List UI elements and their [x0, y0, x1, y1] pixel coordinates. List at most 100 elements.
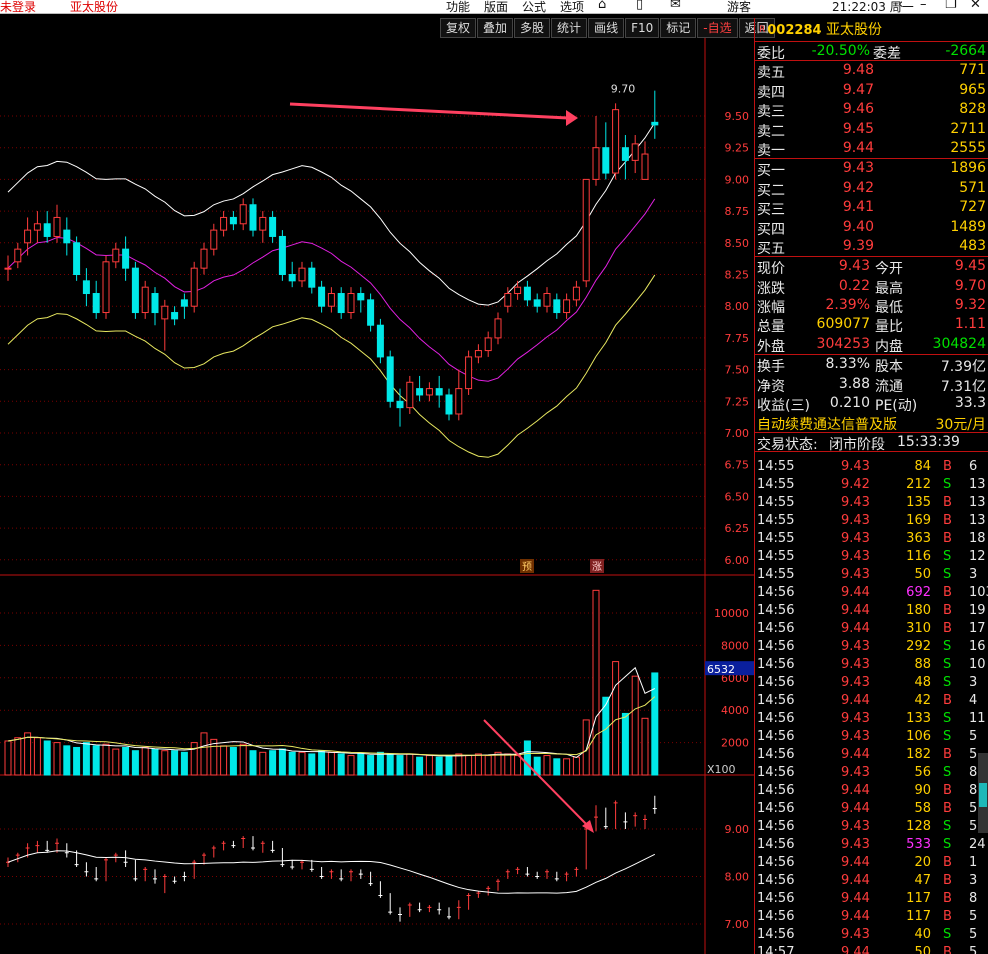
- btn-f10[interactable]: F10: [625, 18, 660, 38]
- promo-text[interactable]: 自动续费通达信普及版: [757, 414, 897, 434]
- minimize-icon[interactable]: –: [920, 0, 927, 12]
- close-icon[interactable]: ✕: [970, 0, 981, 12]
- candle: [4, 267, 12, 270]
- tick-row[interactable]: 14:55 9.43 50 S 3: [755, 566, 988, 584]
- user-label[interactable]: 游客: [727, 0, 751, 15]
- promo-price[interactable]: 30元/月: [935, 414, 986, 434]
- price-tick-label: 7.25: [725, 395, 750, 408]
- candle: [327, 293, 335, 307]
- tick-row[interactable]: 14:56 9.44 117 B 5: [755, 908, 988, 926]
- tick-row[interactable]: 14:56 9.43 40 S 5: [755, 926, 988, 944]
- back-icon[interactable]: ‹: [898, 0, 903, 12]
- tick-row[interactable]: 14:56 9.44 692 B 103: [755, 584, 988, 602]
- menu-formula[interactable]: 公式: [522, 0, 546, 15]
- menu-options[interactable]: 选项: [560, 0, 584, 15]
- tick-row[interactable]: 14:56 9.44 58 B 5: [755, 800, 988, 818]
- volume-bar: [141, 746, 149, 776]
- candle: [651, 121, 659, 126]
- tick-scrollbar[interactable]: [978, 753, 988, 833]
- tick-row[interactable]: 14:56 9.43 133 S 11: [755, 710, 988, 728]
- price-tick-label: 6.75: [725, 459, 750, 472]
- btn-draw[interactable]: 画线: [588, 18, 625, 38]
- tick-row[interactable]: 14:56 9.43 533 S 24: [755, 836, 988, 854]
- tick-row[interactable]: 14:56 9.43 56 S 8: [755, 764, 988, 782]
- tick-row[interactable]: 14:56 9.43 48 S 3: [755, 674, 988, 692]
- volume-bar: [396, 755, 404, 776]
- bid-price: 9.39: [842, 237, 874, 254]
- tick-row[interactable]: 14:55 9.43 135 B 13: [755, 494, 988, 512]
- scroll-thumb[interactable]: [979, 783, 987, 807]
- tick-row[interactable]: 14:57 9.44 50 B 5: [755, 944, 988, 954]
- stat-row: 外盘 304253 内盘 304824: [755, 335, 988, 355]
- btn-stats[interactable]: 统计: [551, 18, 588, 38]
- stat-value: 9.70: [954, 277, 986, 294]
- btn-fuquan[interactable]: 复权: [440, 18, 477, 38]
- tick-row[interactable]: 14:56 9.44 310 B 17: [755, 620, 988, 638]
- tick-count: 11: [969, 711, 986, 726]
- restore-icon[interactable]: ❐: [945, 0, 957, 12]
- tick-time: 14:56: [757, 837, 795, 852]
- btn-watchlist[interactable]: -自选: [697, 18, 738, 38]
- tick-direction: S: [943, 837, 952, 852]
- tick-row[interactable]: 14:56 9.44 42 B 4: [755, 692, 988, 710]
- candle: [592, 147, 600, 180]
- volume-bar: [180, 751, 188, 776]
- lower-tick-label: 9.00: [725, 823, 750, 836]
- candle: [318, 286, 326, 307]
- candle: [455, 388, 463, 415]
- bid-volume: 1489: [950, 218, 986, 235]
- fundamental-row: 换手 8.33% 股本 7.39亿: [755, 355, 988, 375]
- candle: [112, 248, 120, 263]
- tick-price: 9.43: [841, 837, 870, 852]
- tick-row[interactable]: 14:56 9.44 20 B 1: [755, 854, 988, 872]
- tick-time: 14:56: [757, 675, 795, 690]
- tick-direction: S: [943, 819, 952, 834]
- tick-row[interactable]: 14:56 9.44 90 B 8: [755, 782, 988, 800]
- tick-row[interactable]: 14:56 9.44 117 B 8: [755, 890, 988, 908]
- tick-row[interactable]: 14:56 9.44 180 B 19: [755, 602, 988, 620]
- tick-row[interactable]: 14:56 9.43 128 S 5: [755, 818, 988, 836]
- ask-row: 卖二 9.45 2711: [755, 120, 988, 140]
- kline-chart[interactable]: 9.50 9.25 9.00 8.75 8.50 8.25 8.00 7.75 7.50 7.25…: [0, 38, 754, 954]
- btn-mark[interactable]: 标记: [660, 18, 697, 38]
- tick-row[interactable]: 14:56 9.43 88 S 10: [755, 656, 988, 674]
- candle: [249, 204, 257, 231]
- candle: [43, 223, 51, 237]
- menu-function[interactable]: 功能: [446, 0, 470, 15]
- price-tick-label: 8.00: [725, 300, 750, 313]
- tick-row[interactable]: 14:55 9.42 212 S 13: [755, 476, 988, 494]
- mail-icon[interactable]: ✉: [670, 0, 681, 12]
- stat-row: 涨幅 2.39% 最低 9.32: [755, 296, 988, 316]
- tick-row[interactable]: 14:56 9.44 47 B 3: [755, 872, 988, 890]
- btn-multi[interactable]: 多股: [514, 18, 551, 38]
- tick-volume: 533: [906, 837, 931, 852]
- btn-overlay[interactable]: 叠加: [477, 18, 514, 38]
- tick-row[interactable]: 14:56 9.44 182 B 5: [755, 746, 988, 764]
- tick-price: 9.43: [841, 549, 870, 564]
- tick-volume: 117: [906, 891, 931, 906]
- promo-row[interactable]: 自动续费通达信普及版 30元/月: [755, 413, 988, 434]
- tick-row[interactable]: 14:55 9.43 363 B 18: [755, 530, 988, 548]
- tick-row[interactable]: 14:55 9.43 169 B 13: [755, 512, 988, 530]
- tick-count: 8: [969, 891, 978, 906]
- price-tick-label: 7.75: [725, 332, 750, 345]
- lock-icon[interactable]: ⌂: [598, 0, 606, 12]
- candle: [278, 235, 286, 276]
- tick-row[interactable]: 14:56 9.43 106 S 5: [755, 728, 988, 746]
- tick-price: 9.44: [841, 585, 870, 600]
- phone-icon[interactable]: ▯: [636, 0, 643, 12]
- tick-row[interactable]: 14:55 9.43 116 S 12: [755, 548, 988, 566]
- stat-value: 1.11: [954, 316, 986, 333]
- tick-count: 5: [969, 927, 978, 942]
- weicha-value: -2664: [945, 43, 986, 59]
- tick-list[interactable]: 14:55 9.43 84 B 6 14:55 9.42 212 S 13 14:55 9.43 135…: [755, 458, 988, 954]
- menu-layout[interactable]: 版面: [484, 0, 508, 15]
- tick-row[interactable]: 14:56 9.43 292 S 16: [755, 638, 988, 656]
- tick-price: 9.43: [841, 531, 870, 546]
- tick-price: 9.44: [841, 855, 870, 870]
- tick-row[interactable]: 14:55 9.43 84 B 6: [755, 458, 988, 476]
- tick-count: 103: [969, 585, 988, 600]
- volume-bar: [357, 753, 365, 776]
- candle: [190, 267, 198, 307]
- ask-label: 卖四: [757, 84, 785, 101]
